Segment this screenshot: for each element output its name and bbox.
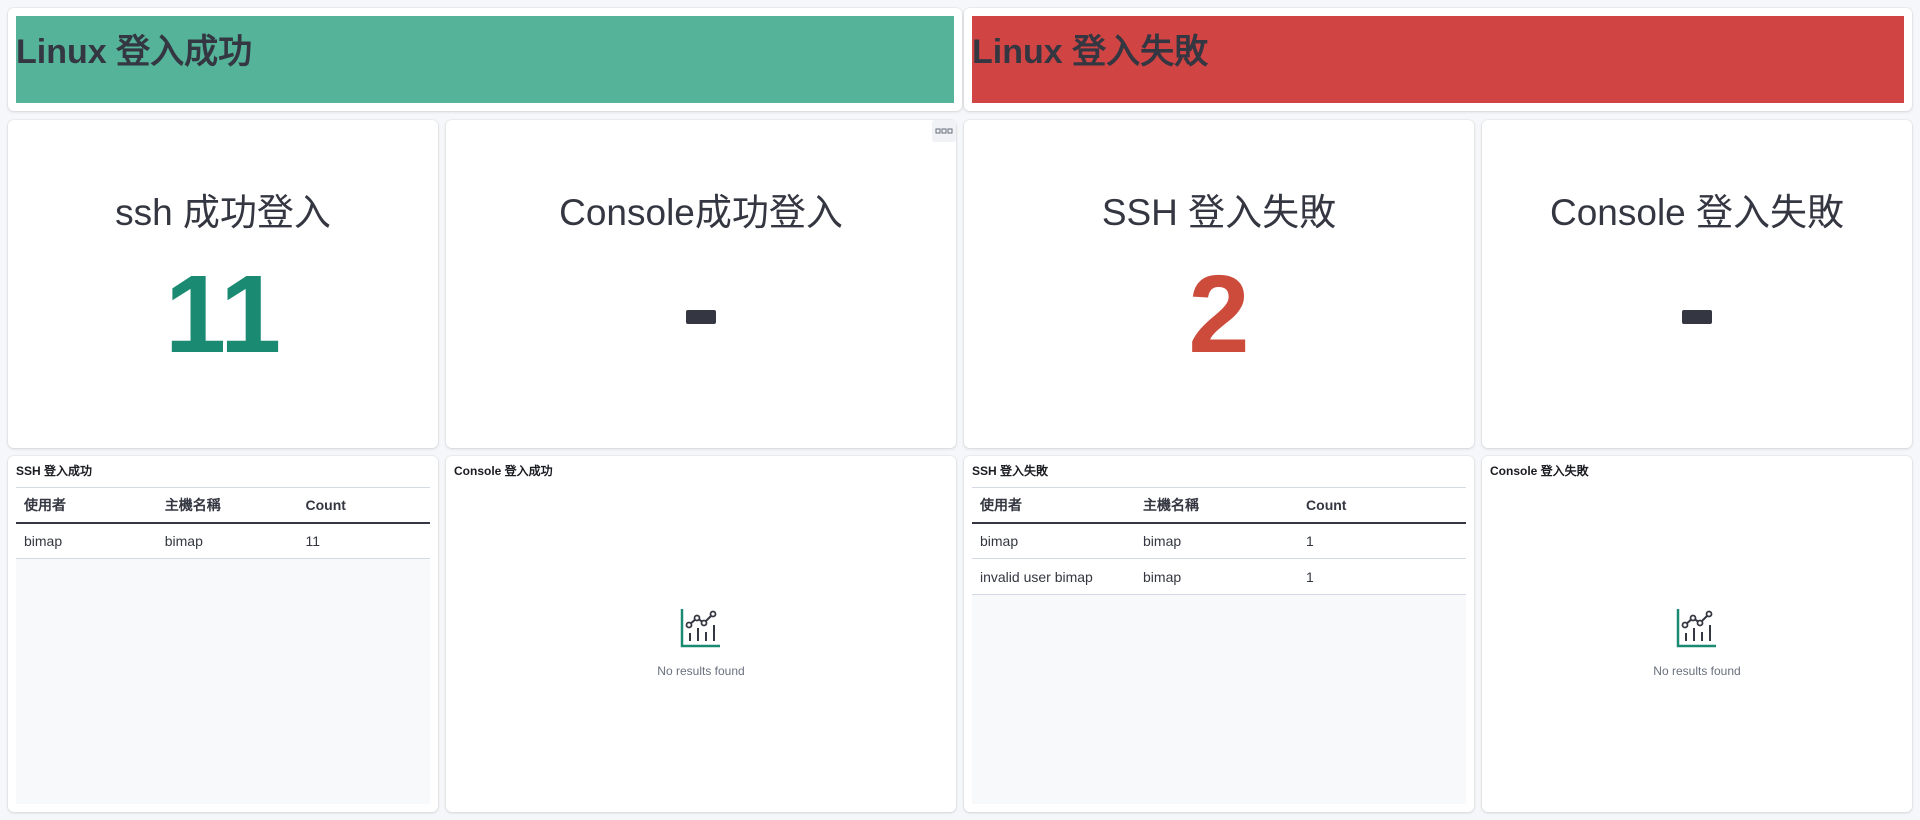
column-header[interactable]: 主機名稱: [156, 487, 298, 524]
metric-value: 2: [1188, 253, 1250, 376]
metric-label: Console 登入失敗: [1549, 192, 1845, 233]
table-header-row: 使用者 主機名稱 Count: [16, 487, 430, 524]
metric-ssh-failure[interactable]: SSH 登入失敗 2: [964, 120, 1474, 448]
metric-console-success[interactable]: Console成功登入: [446, 120, 956, 448]
success-banner-title: Linux 登入成功: [16, 33, 253, 71]
failure-banner-title: Linux 登入失敗: [972, 33, 1209, 71]
column-header[interactable]: 使用者: [972, 487, 1136, 524]
table-cell[interactable]: 11: [297, 522, 430, 559]
table-cell[interactable]: bimap: [1135, 558, 1299, 595]
metric-empty-value: [1682, 310, 1712, 324]
table-cell[interactable]: bimap: [1135, 522, 1299, 559]
panel-title: Console 登入成功: [454, 464, 553, 478]
panel-title: Console 登入失敗: [1490, 464, 1589, 478]
metric-value: 11: [164, 253, 282, 376]
table-cell[interactable]: invalid user bimap: [972, 558, 1136, 595]
metric-empty-value: [686, 310, 716, 324]
metric-label: Console成功登入: [559, 192, 843, 233]
console-failure-panel: Console 登入失敗 No results found: [1482, 456, 1912, 812]
empty-state: No results found: [446, 606, 956, 678]
metric-label: SSH 登入失敗: [1101, 192, 1337, 233]
metric-console-failure[interactable]: Console 登入失敗: [1482, 120, 1912, 448]
data-table: 使用者 主機名稱 Count bimap bimap 1 invalid use…: [972, 487, 1466, 595]
more-icon: [935, 128, 953, 134]
ssh-failure-table-panel: SSH 登入失敗 使用者 主機名稱 Count bimap bimap 1 in…: [964, 456, 1474, 812]
empty-message: No results found: [1653, 664, 1741, 678]
success-banner: Linux 登入成功: [16, 16, 954, 103]
console-success-panel: Console 登入成功 No results found: [446, 456, 956, 812]
table-container: 使用者 主機名稱 Count bimap bimap 1 invalid use…: [972, 487, 1466, 804]
column-header[interactable]: Count: [1298, 487, 1466, 524]
table-cell[interactable]: bimap: [156, 522, 298, 559]
failure-banner-panel: Linux 登入失敗: [964, 8, 1912, 111]
empty-state: No results found: [1482, 606, 1912, 678]
table-row: bimap bimap 11: [16, 522, 430, 559]
table-cell[interactable]: bimap: [16, 522, 157, 559]
panel-options-button[interactable]: [932, 120, 956, 142]
table-container: 使用者 主機名稱 Count bimap bimap 11: [16, 487, 430, 804]
table-cell[interactable]: 1: [1298, 522, 1466, 559]
metric-ssh-success[interactable]: ssh 成功登入 11: [8, 120, 438, 448]
success-banner-panel: Linux 登入成功: [8, 8, 962, 111]
table-cell[interactable]: 1: [1298, 558, 1466, 595]
table-row: invalid user bimap bimap 1: [972, 558, 1466, 595]
column-header[interactable]: 使用者: [16, 487, 157, 524]
chart-icon: [1676, 609, 1716, 648]
data-table: 使用者 主機名稱 Count bimap bimap 11: [16, 487, 430, 559]
failure-banner: Linux 登入失敗: [972, 16, 1904, 103]
column-header[interactable]: 主機名稱: [1135, 487, 1299, 524]
panel-title: SSH 登入失敗: [972, 464, 1049, 478]
table-row: bimap bimap 1: [972, 522, 1466, 559]
empty-message: No results found: [657, 664, 745, 678]
column-header[interactable]: Count: [297, 487, 430, 524]
panel-title: SSH 登入成功: [16, 464, 93, 478]
chart-icon: [680, 609, 720, 648]
ssh-success-table-panel: SSH 登入成功 使用者 主機名稱 Count bimap bimap 11: [8, 456, 438, 812]
metric-label: ssh 成功登入: [115, 192, 331, 233]
table-cell[interactable]: bimap: [972, 522, 1136, 559]
table-header-row: 使用者 主機名稱 Count: [972, 487, 1466, 524]
